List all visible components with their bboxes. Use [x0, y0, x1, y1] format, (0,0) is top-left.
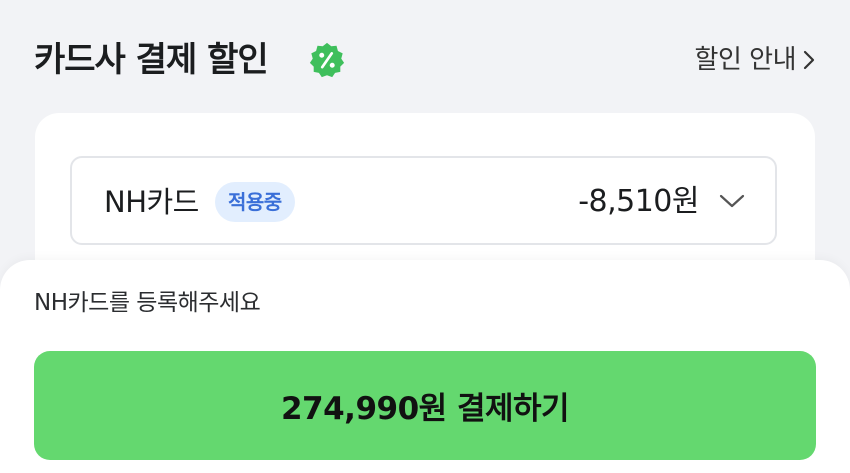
percent-badge-icon: [309, 42, 345, 78]
payment-bottom-sheet: NH카드를 등록해주세요 274,990원 결제하기: [0, 260, 850, 473]
page-title: 카드사 결제 할인: [34, 40, 269, 80]
discount-info-link[interactable]: 할인 안내: [695, 42, 816, 78]
status-badge: 적용중: [215, 182, 295, 222]
discount-amount: -8,510원: [578, 184, 699, 219]
card-company-name: NH카드: [104, 185, 199, 219]
chevron-right-icon: [803, 50, 815, 70]
register-card-notice: NH카드를 등록해주세요: [34, 290, 261, 316]
card-company-select[interactable]: NH카드 적용중 -8,510원: [70, 156, 777, 245]
chevron-down-icon: [719, 194, 745, 208]
discount-info-label: 할인 안내: [694, 45, 797, 75]
pay-button[interactable]: 274,990원 결제하기: [34, 351, 816, 460]
discount-header: 카드사 결제 할인 할인 안내: [34, 34, 816, 86]
